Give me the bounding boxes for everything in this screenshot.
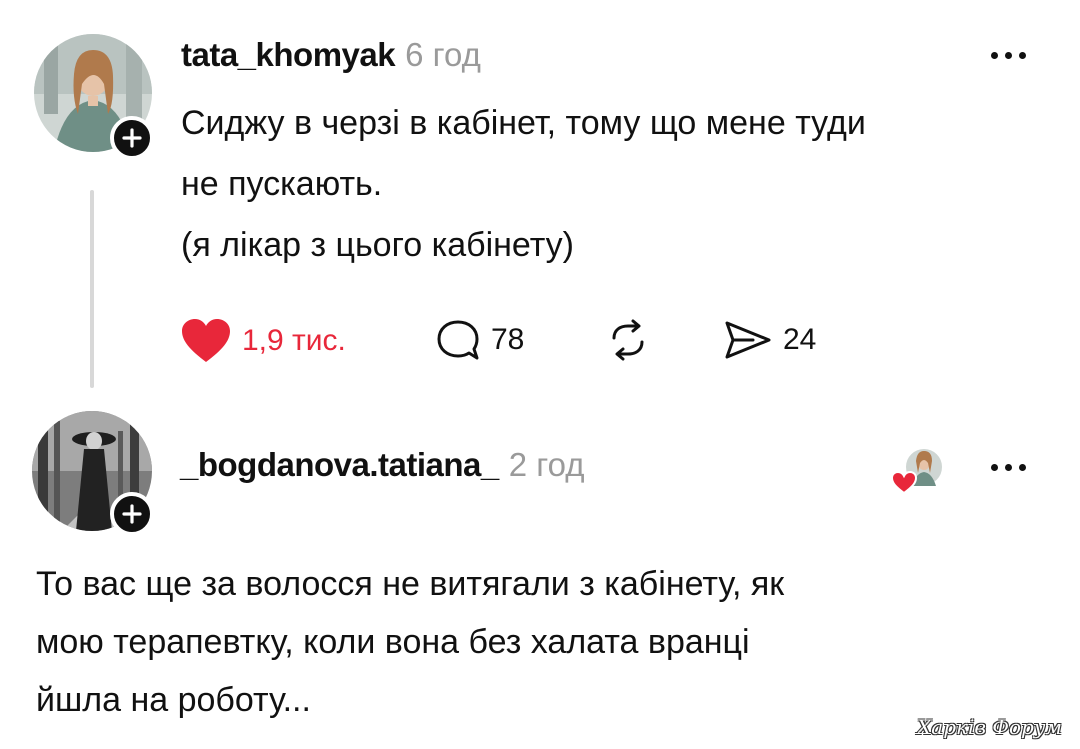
post-header: tata_khomyak 6 год	[181, 36, 481, 74]
more-icon	[991, 52, 998, 59]
comment-icon	[437, 320, 479, 360]
more-options-button[interactable]	[991, 464, 1026, 471]
send-icon	[725, 321, 771, 359]
post-line: Сиджу в черзі в кабінет, тому що мене ту…	[181, 104, 866, 142]
follow-button[interactable]	[110, 492, 154, 536]
timestamp: 6 год	[405, 36, 481, 73]
post-body: Сиджу в черзі в кабінет, тому що мене ту…	[181, 93, 866, 276]
comment-count: 78	[491, 323, 525, 356]
post-line: не пускають.	[181, 165, 383, 203]
post-line: (я лікар з цього кабінету)	[181, 226, 574, 264]
username[interactable]: tata_khomyak	[181, 36, 396, 74]
more-options-button[interactable]	[991, 52, 1026, 59]
share-count: 24	[783, 323, 817, 356]
watermark: Харків Форум	[917, 715, 1062, 739]
thread-line	[90, 190, 94, 388]
post-header: _bogdanova.tatiana_ 2 год	[180, 446, 584, 484]
follow-button[interactable]	[110, 116, 154, 160]
like-button[interactable]: 1,9 тис.	[180, 318, 346, 364]
like-count: 1,9 тис.	[242, 324, 346, 357]
heart-filled-icon	[182, 319, 230, 362]
comment-button[interactable]: 78	[435, 318, 524, 362]
plus-icon	[122, 504, 142, 524]
liked-by-author-icon	[890, 447, 944, 495]
post-line: То вас ще за волосся не витягали з кабін…	[36, 565, 785, 603]
more-icon	[991, 464, 998, 471]
plus-icon	[122, 128, 142, 148]
timestamp: 2 год	[508, 446, 585, 483]
post-line: мою терапевтку, коли вона без халата вра…	[36, 623, 750, 661]
username[interactable]: _bogdanova.tatiana_	[180, 446, 499, 484]
post-body: То вас ще за волосся не витягали з кабін…	[36, 555, 784, 729]
post-line: йшла на роботу...	[36, 681, 311, 719]
share-button[interactable]: 24	[723, 318, 816, 362]
liked-by-author-badge	[890, 443, 950, 495]
repost-icon	[612, 319, 644, 361]
repost-button[interactable]	[604, 318, 652, 362]
